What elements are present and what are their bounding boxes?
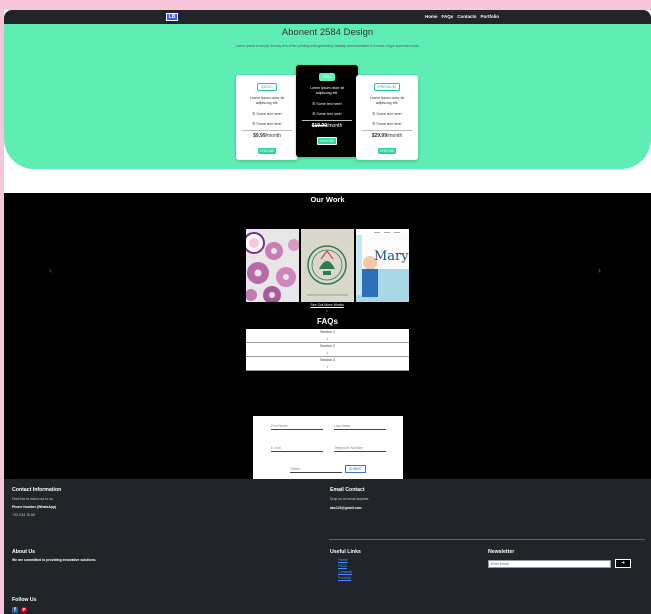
price-value: $9.99 <box>253 133 266 139</box>
contact-info-subtitle: Feel free to reach out to us. <box>12 497 54 501</box>
choose-button[interactable]: CHOOSE <box>257 148 277 154</box>
plan-description: Lorem ipsum dolor sit adipiscing elit. <box>309 86 345 95</box>
plan-description: Lorem ipsum dolor sit adipiscing elit. <box>369 96 405 105</box>
arrow-right-icon[interactable]: ➔ <box>615 559 631 568</box>
email-value: abc123@gmail.com <box>330 506 362 510</box>
divider <box>302 120 352 121</box>
divider <box>362 130 412 131</box>
faq-section-2[interactable]: Section 2 ↓ <box>246 343 409 357</box>
plan-card-basic: BASIC Lorem ipsum dolor sit adipiscing e… <box>236 75 298 160</box>
hero-subtitle: Lorem Ipsum is simply dummy text of the … <box>235 44 420 48</box>
plan-feature: ☰ Some text here! <box>252 122 282 126</box>
plan-card-premium: PREMIUM Lorem ipsum dolor sit adipiscing… <box>356 75 418 160</box>
about-title: About Us <box>12 549 36 555</box>
nav-link-portfolio[interactable]: Portfolio <box>481 13 500 20</box>
contact-info-title: Contact Information <box>12 487 62 493</box>
about-text: We are committed to providing innovative… <box>12 558 97 562</box>
footer-link-portfolio[interactable]: Portfolio <box>338 576 351 580</box>
nav-links: Home FAQs Contacts Portfolio <box>425 13 499 20</box>
faq-section-label: Section 2 <box>320 344 335 348</box>
logo-icon[interactable]: LB <box>166 13 178 21</box>
plan-feature: ☰ Some text here! <box>312 102 342 106</box>
plan-badge: PRO <box>318 73 336 81</box>
plan-price: $29.99/month <box>356 133 418 139</box>
price-value: $29.99 <box>371 133 387 139</box>
follow-us-title: Follow Us <box>12 597 37 603</box>
plan-badge: BASIC <box>257 83 277 91</box>
faq-section-3[interactable]: Section 3 ↓ <box>246 357 409 371</box>
facebook-icon[interactable]: f <box>12 607 18 613</box>
mary-logo-text: Mary <box>374 249 409 264</box>
navbar: LB Home FAQs Contacts Portfolio <box>4 10 651 24</box>
choose-button[interactable]: CHOOSE <box>316 137 338 145</box>
plan-price: $19.99/month <box>296 123 358 129</box>
nav-link-contacts[interactable]: Contacts <box>457 13 476 20</box>
first-name-field[interactable]: First Name <box>271 424 323 430</box>
arrow-down-icon: ↓ <box>325 308 329 313</box>
brand-logo-artwork[interactable] <box>301 229 354 302</box>
divider <box>242 130 292 131</box>
mary-website-mockup[interactable]: Mary <box>356 229 409 302</box>
phone-label: Phone Number (WhatsApp) <box>12 505 57 509</box>
price-period: /month <box>387 133 403 139</box>
price-period: /month <box>327 123 343 129</box>
email-contact-subtitle: Drop us an email anytime. <box>330 497 370 501</box>
email-field[interactable]: E-mail <box>271 446 323 452</box>
faq-section-label: Section 3 <box>320 358 335 362</box>
plan-description: Lorem ipsum dolor sit adipiscing elit. <box>249 96 285 105</box>
email-contact-title: Email Contact <box>330 487 365 493</box>
see-more-works-link[interactable]: See Out More Works <box>294 303 360 307</box>
phone-value: +33 9 84 78 68 <box>12 513 35 517</box>
our-work-section: Our Work ‹ › Mary See Out More Works ↓ F… <box>4 193 651 479</box>
arrow-down-icon: ↓ <box>326 350 329 355</box>
last-name-field[interactable]: Last Name <box>334 424 386 430</box>
choose-button[interactable]: CHOOSE <box>377 148 397 154</box>
our-work-title: Our Work <box>310 195 345 204</box>
arrow-down-icon: ↓ <box>326 364 329 369</box>
donuts-photo[interactable] <box>246 229 299 302</box>
submit-button[interactable]: SUBMIT <box>345 465 366 473</box>
footer-link-faqs[interactable]: FAQs <box>338 564 347 568</box>
browser-top-strip <box>0 0 651 10</box>
faq-section-label: Section 1 <box>320 330 335 334</box>
page-frame: LB Home FAQs Contacts Portfolio Abonent … <box>4 10 651 614</box>
nav-link-home[interactable]: Home <box>425 13 438 20</box>
plan-feature: ☰ Some text here! <box>372 112 402 116</box>
contact-form: First Name Last Name E-mail Telephone Nu… <box>253 416 403 479</box>
plan-badge: PREMIUM <box>374 83 400 91</box>
hero-title: Abonent 2584 Design <box>281 27 374 38</box>
footer-divider <box>329 539 645 540</box>
footer-link-contacts[interactable]: Contacts <box>338 570 352 574</box>
faq-title: FAQs <box>317 317 338 326</box>
useful-links-title: Useful Links <box>330 549 361 555</box>
plan-card-pro: PRO Lorem ipsum dolor sit adipiscing eli… <box>296 65 358 157</box>
chevron-right-icon[interactable]: › <box>598 265 601 275</box>
nav-link-faqs[interactable]: FAQs <box>442 13 454 20</box>
newsletter-title: Newsletter <box>488 549 515 555</box>
plan-price: $9.99/month <box>236 133 298 139</box>
pinterest-icon[interactable]: P <box>21 607 27 613</box>
newsletter-email-input[interactable]: Enter Email <box>488 560 611 568</box>
phone-field[interactable]: Telephone Number <box>334 446 386 452</box>
price-period: /month <box>265 133 281 139</box>
footer-link-home[interactable]: Home <box>338 558 348 562</box>
arrow-down-icon: ↓ <box>326 336 329 341</box>
chevron-left-icon[interactable]: ‹ <box>49 265 52 275</box>
plan-feature: ☰ Some text here! <box>312 112 342 116</box>
plan-feature: ☰ Some text here! <box>372 122 402 126</box>
plan-feature: ☰ Some text here! <box>252 112 282 116</box>
logo-text: LB <box>168 13 176 20</box>
price-value: $19.99 <box>311 123 327 129</box>
footer: Contact Information Feel free to reach o… <box>4 479 651 614</box>
faq-section-1[interactable]: Section 1 ↓ <box>246 329 409 343</box>
others-field[interactable]: Others <box>290 467 342 473</box>
